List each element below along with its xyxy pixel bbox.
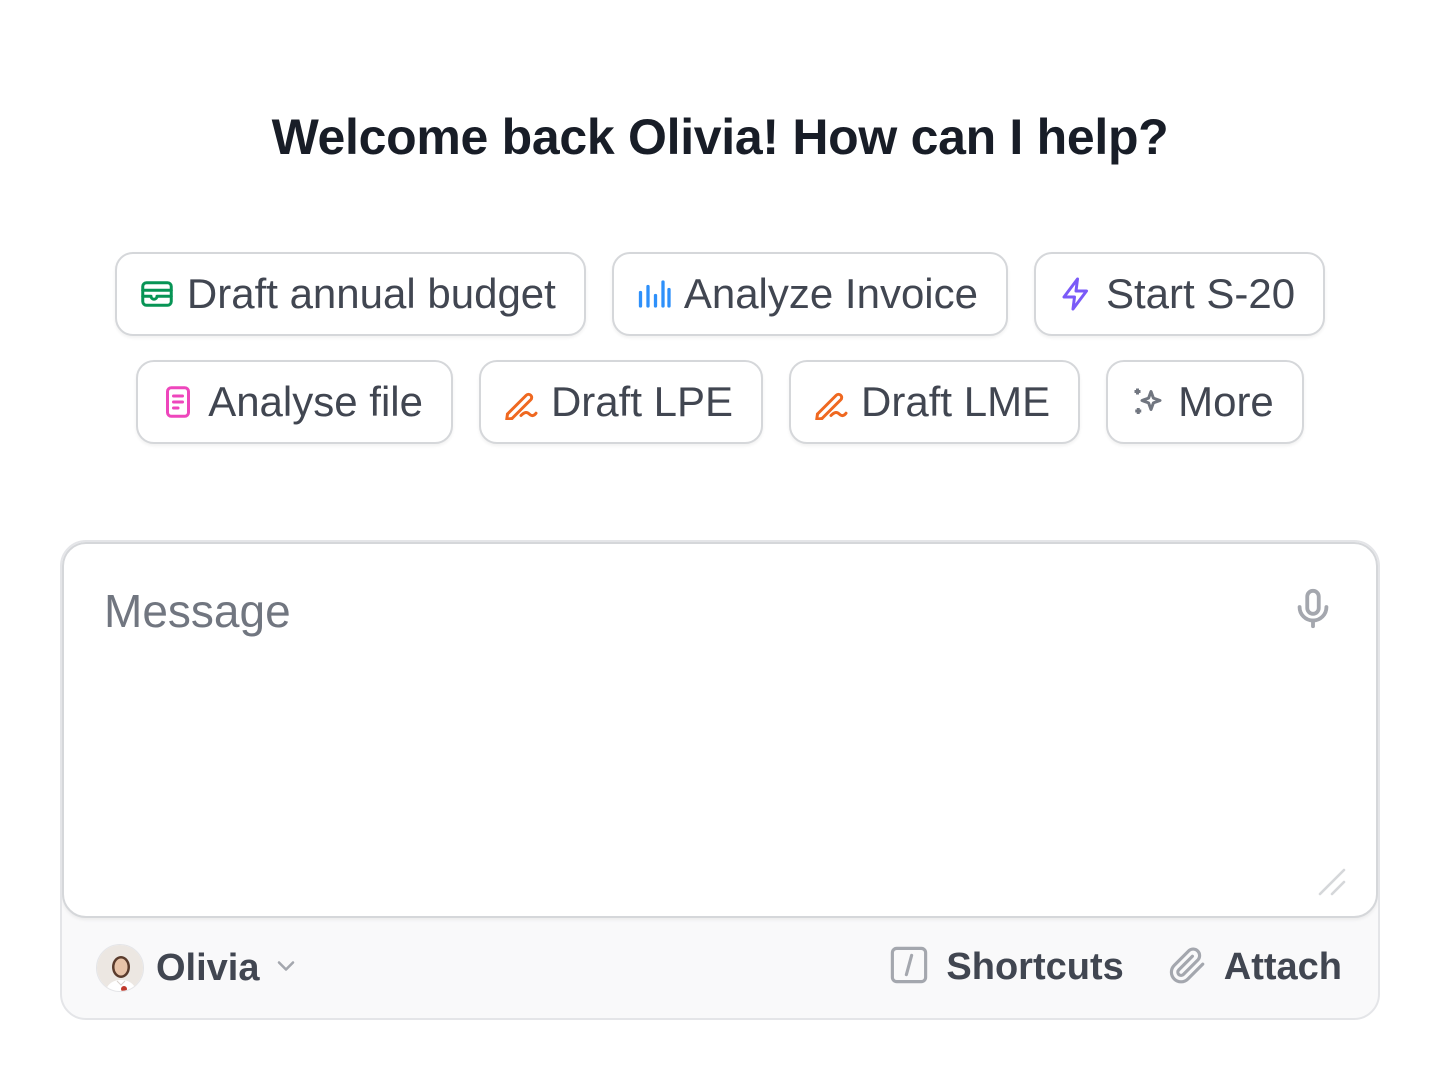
suggestion-draft-annual-budget[interactable]: Draft annual budget bbox=[114, 252, 586, 336]
shortcuts-button[interactable]: Shortcuts bbox=[888, 944, 1124, 991]
shortcuts-label: Shortcuts bbox=[946, 946, 1124, 988]
chip-label: More bbox=[1178, 378, 1274, 425]
paperclip-icon bbox=[1166, 944, 1208, 991]
suggestion-analyse-file[interactable]: Analyse file bbox=[136, 360, 453, 444]
suggestion-analyze-invoice[interactable]: Analyze Invoice bbox=[611, 252, 1008, 336]
message-box bbox=[62, 542, 1378, 918]
wallet-icon bbox=[139, 276, 175, 312]
user-selector[interactable]: Olivia bbox=[96, 944, 300, 992]
attach-label: Attach bbox=[1223, 946, 1342, 988]
message-input[interactable] bbox=[104, 584, 1264, 884]
pen-icon bbox=[503, 384, 539, 420]
suggestion-draft-lme[interactable]: Draft LME bbox=[789, 360, 1081, 444]
attach-button[interactable]: Attach bbox=[1166, 944, 1342, 991]
suggestion-start-s-20[interactable]: Start S-20 bbox=[1034, 252, 1326, 336]
user-name: Olivia bbox=[156, 946, 260, 989]
composer-actions: Shortcuts Attach bbox=[888, 944, 1342, 991]
pen-icon bbox=[813, 384, 849, 420]
document-icon bbox=[160, 384, 196, 420]
sparkles-icon bbox=[1130, 384, 1166, 420]
avatar bbox=[96, 944, 144, 992]
composer-footer: Olivia Shortcuts Attach bbox=[62, 918, 1378, 1018]
chip-label: Analyze Invoice bbox=[683, 270, 978, 317]
chip-label: Start S-20 bbox=[1106, 270, 1296, 317]
chip-label: Draft LME bbox=[861, 378, 1051, 425]
suggestion-row-1: Draft annual budget Analyze Invoice Star… bbox=[0, 252, 1440, 336]
chip-label: Analyse file bbox=[208, 378, 423, 425]
resize-handle-icon[interactable] bbox=[1316, 866, 1348, 898]
suggestion-draft-lpe[interactable]: Draft LPE bbox=[478, 360, 764, 444]
suggestion-row-2: Analyse file Draft LPE Draft LME More bbox=[0, 360, 1440, 444]
suggestion-more[interactable]: More bbox=[1106, 360, 1304, 444]
lightning-icon bbox=[1058, 276, 1094, 312]
chip-label: Draft annual budget bbox=[186, 270, 556, 317]
assistant-home: Welcome back Olivia! How can I help? Dra… bbox=[0, 0, 1440, 1080]
bar-chart-icon bbox=[636, 276, 672, 312]
microphone-icon[interactable] bbox=[1290, 586, 1336, 632]
chip-label: Draft LPE bbox=[550, 378, 734, 425]
slash-command-icon bbox=[888, 944, 930, 991]
chevron-down-icon bbox=[272, 952, 300, 985]
message-composer: Olivia Shortcuts bbox=[60, 540, 1380, 1020]
page-title: Welcome back Olivia! How can I help? bbox=[271, 109, 1169, 165]
